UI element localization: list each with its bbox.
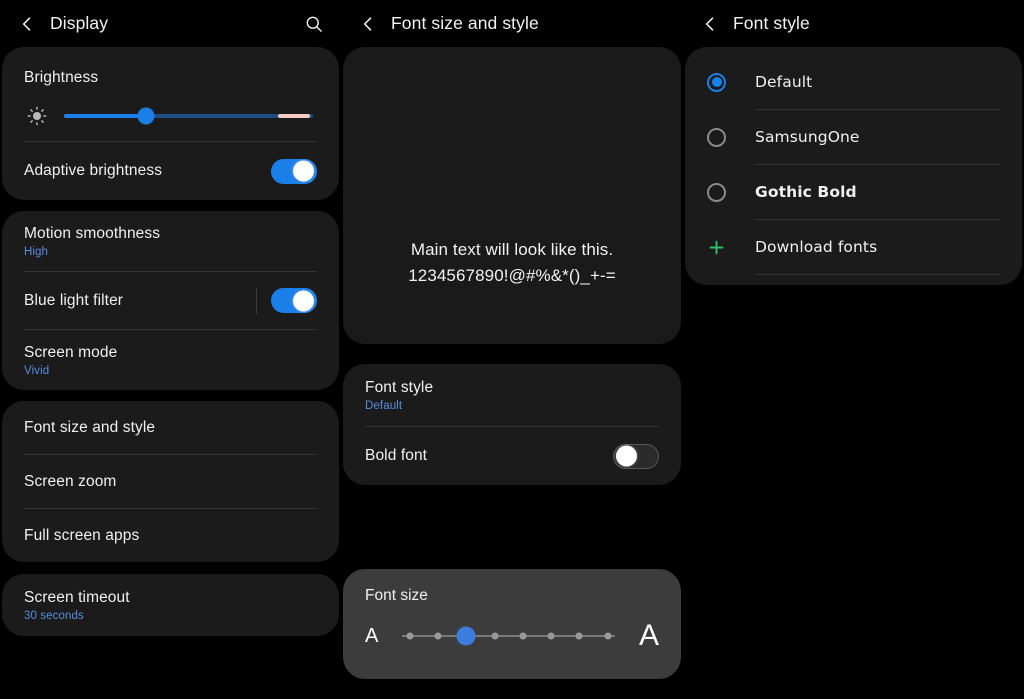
font-size-title: Font size [365, 587, 428, 604]
font-style-title: Font style [365, 379, 434, 397]
blue-light-filter-toggle[interactable] [271, 288, 317, 313]
font-size-and-style-title: Font size and style [24, 418, 156, 436]
font-size-large-label: A [638, 619, 659, 652]
row-motion-smoothness[interactable]: Motion smoothness High [24, 211, 317, 271]
panel-display: Display Brightness Adaptive brightness M… [0, 0, 341, 699]
row-screen-mode[interactable]: Screen mode Vivid [24, 330, 317, 390]
font-style-option-samsungone[interactable]: SamsungOne [707, 110, 1000, 164]
font-style-value: Default [365, 399, 403, 412]
adaptive-brightness-toggle[interactable] [271, 158, 317, 184]
font-option-content: SamsungOne [755, 128, 1000, 146]
font-option-label: SamsungOne [755, 128, 860, 146]
panel-font-style: Font style Default SamsungOne Gothic Bold D… [683, 0, 1024, 699]
plus-icon [707, 238, 726, 257]
card-display-options: Font size and style Screen zoom Full scr… [2, 401, 339, 562]
row-font-style[interactable]: Font style Default [365, 364, 659, 426]
adaptive-brightness-title: Adaptive brightness [24, 162, 163, 180]
brightness-slider-warm-segment [278, 114, 311, 118]
font-size-tick[interactable] [491, 632, 499, 640]
divider [755, 274, 1000, 275]
font-size-tick[interactable] [434, 632, 442, 640]
toggle-separator [256, 287, 257, 314]
page-title: Font style [733, 13, 810, 33]
back-icon[interactable] [697, 11, 723, 37]
radio-icon[interactable] [707, 182, 726, 202]
screen-mode-value: Vivid [24, 364, 50, 377]
motion-smoothness-title: Motion smoothness [24, 225, 161, 243]
font-size-tick[interactable] [575, 632, 583, 640]
preview-line-1: Main text will look like this. [410, 240, 614, 259]
font-size-tick[interactable] [604, 632, 611, 640]
card-font-style-options: Default SamsungOne Gothic Bold Download fon… [685, 47, 1022, 285]
font-size-tick[interactable] [519, 632, 527, 640]
font-option-label: Default [755, 73, 813, 91]
row-adaptive-brightness[interactable]: Adaptive brightness [24, 142, 317, 200]
row-screen-zoom[interactable]: Screen zoom [24, 455, 317, 508]
font-size-slider-track[interactable] [396, 623, 621, 649]
brightness-slider-thumb[interactable] [137, 107, 155, 125]
font-style-option-download-fonts[interactable]: Download fonts [707, 220, 1000, 274]
row-blue-light-filter[interactable]: Blue light filter [24, 272, 317, 329]
font-size-slider-row[interactable]: A A [365, 605, 659, 667]
font-option-content: Default [755, 73, 1000, 91]
row-bold-font[interactable]: Bold font [365, 427, 659, 485]
font-option-label: Gothic Bold [755, 183, 857, 201]
screen-zoom-title: Screen zoom [24, 472, 117, 490]
display-header: Display [0, 0, 341, 47]
bold-font-title: Bold font [365, 447, 428, 465]
brightness-sun-icon [24, 103, 50, 129]
radio-icon-checked[interactable] [707, 72, 726, 92]
brightness-label-row: Brightness [24, 47, 317, 91]
card-font-style-settings: Font style Default Bold font [343, 364, 681, 485]
card-brightness: Brightness Adaptive brightness [2, 47, 339, 200]
search-icon[interactable] [301, 11, 327, 37]
back-icon[interactable] [14, 11, 40, 37]
three-panel-screenshot: Display Brightness Adaptive brightness M… [0, 0, 1024, 699]
bold-font-toggle[interactable] [613, 443, 659, 469]
toggle-knob [293, 160, 314, 182]
font-size-tick[interactable] [547, 632, 555, 640]
row-font-size-and-style[interactable]: Font size and style [24, 401, 317, 454]
preview-line-2: 1234567890!@#%&*()_+-= [408, 265, 616, 285]
screen-timeout-value: 30 seconds [24, 609, 84, 622]
font-size-style-header: Font size and style [341, 0, 683, 47]
brightness-slider-fill [64, 114, 147, 118]
font-option-label: Download fonts [755, 238, 878, 256]
screen-timeout-title: Screen timeout [24, 589, 130, 607]
row-screen-timeout[interactable]: Screen timeout 30 seconds [24, 574, 317, 636]
page-title: Display [50, 13, 109, 33]
card-screen-settings: Motion smoothness High Blue light filter… [2, 211, 339, 390]
font-style-option-gothic-bold[interactable]: Gothic Bold [707, 165, 1000, 219]
brightness-slider-row[interactable] [24, 91, 317, 141]
full-screen-apps-title: Full screen apps [24, 526, 140, 544]
toggle-knob [293, 290, 314, 311]
panel-font-size-and-style: Font size and style Main text will look … [341, 0, 683, 699]
toggle-knob [616, 445, 637, 467]
font-style-option-default[interactable]: Default [707, 55, 1000, 109]
card-font-preview: Main text will look like this. 123456789… [343, 47, 681, 344]
font-option-content: Download fonts [755, 238, 1000, 256]
brightness-title: Brightness [24, 68, 99, 86]
row-full-screen-apps[interactable]: Full screen apps [24, 509, 317, 562]
card-screen-timeout: Screen timeout 30 seconds [2, 574, 339, 636]
font-size-small-label: A [365, 624, 379, 647]
screen-mode-title: Screen mode [24, 344, 118, 362]
font-size-slider-thumb[interactable] [456, 626, 476, 646]
card-font-size: Font size A A [343, 569, 681, 679]
font-style-header: Font style [683, 0, 1024, 47]
motion-smoothness-value: High [24, 245, 49, 258]
page-title: Font size and style [391, 13, 539, 33]
font-option-content: Gothic Bold [755, 183, 1000, 201]
blue-light-filter-title: Blue light filter [24, 291, 124, 309]
brightness-slider-track[interactable] [64, 107, 313, 125]
back-icon[interactable] [355, 11, 381, 37]
font-size-tick[interactable] [406, 632, 414, 640]
radio-icon[interactable] [707, 127, 726, 147]
